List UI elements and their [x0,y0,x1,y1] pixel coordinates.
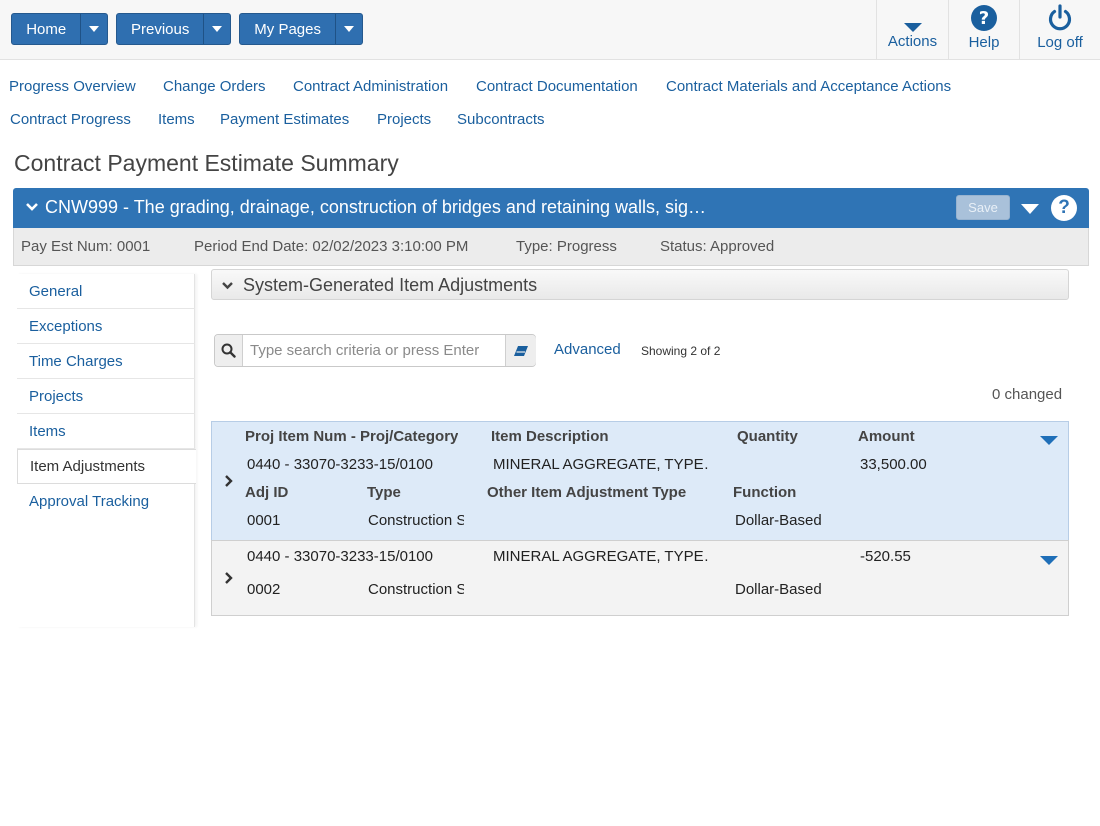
table-row[interactable]: 0440 - 33070-3233-15/0100 MINERAL AGGREG… [211,540,1069,616]
link-items[interactable]: Items [158,111,195,128]
column-header-proj-item: Proj Item Num - Proj/Category [245,428,459,445]
my-pages-button-label[interactable]: My Pages [240,14,335,44]
chevron-down-icon[interactable] [221,279,234,296]
help-button[interactable]: ? Help [948,0,1019,60]
proj-item-num: 0440 - 33070-3233-15/0100 [247,456,433,473]
column-header-function: Function [733,484,797,501]
search-box [214,334,536,367]
chevron-right-icon[interactable] [224,571,234,589]
previous-button[interactable]: Previous [116,13,231,45]
changed-count: 0 changed [992,386,1063,403]
record-info-bar: Pay Est Num: 0001 Period End Date: 02/02… [13,228,1089,266]
advanced-search-link[interactable]: Advanced [554,341,621,358]
chevron-down-icon [212,26,223,32]
estimate-status: Status: Approved [660,238,775,255]
proj-item-num: 0440 - 33070-3233-15/0100 [247,548,433,565]
sidebar-item-item-adjustments[interactable]: Item Adjustments [17,449,196,484]
eraser-icon[interactable] [505,335,536,366]
column-header-quantity: Quantity [737,428,798,445]
item-description: MINERAL AGGREGATE, TYPE… [493,456,709,473]
section-header[interactable]: System-Generated Item Adjustments [211,269,1069,300]
link-subcontracts[interactable]: Subcontracts [457,111,545,128]
link-projects[interactable]: Projects [377,111,431,128]
home-button[interactable]: Home [11,13,108,45]
page-title: Contract Payment Estimate Summary [14,150,399,176]
link-change-orders[interactable]: Change Orders [163,78,266,95]
adj-id: 0002 [247,581,281,598]
link-contract-materials[interactable]: Contract Materials and Acceptance Action… [666,78,951,95]
row-menu-caret-icon[interactable] [1040,556,1058,565]
column-header-other-type: Other Item Adjustment Type [487,484,687,501]
link-contract-progress[interactable]: Contract Progress [10,111,131,128]
row-menu-caret-icon[interactable] [1040,436,1058,445]
logoff-label[interactable]: Log off [1037,34,1083,51]
estimate-type: Type: Progress [516,238,617,255]
save-button[interactable]: Save [956,195,1010,220]
sidebar-item-general[interactable]: General [17,274,195,309]
sidebar-item-approval-tracking[interactable]: Approval Tracking [17,484,195,519]
chevron-down-icon [344,26,355,32]
section-title: System-Generated Item Adjustments [243,275,538,295]
item-description: MINERAL AGGREGATE, TYPE… [493,548,709,565]
home-button-label[interactable]: Home [12,14,80,44]
adj-id: 0001 [247,512,281,529]
help-label[interactable]: Help [969,34,1000,51]
table-row[interactable]: Proj Item Num - Proj/Category Item Descr… [211,421,1069,541]
sidebar-item-exceptions[interactable]: Exceptions [17,309,195,344]
top-bar: Home Previous My Pages Actions ? Help Lo… [0,0,1100,60]
adjustment-type: Construction S [368,581,464,598]
result-count: Showing 2 of 2 [641,344,721,358]
chevron-right-icon[interactable] [224,474,234,492]
logoff-button[interactable]: Log off [1019,0,1100,60]
caret-down-icon [903,0,923,34]
record-help-icon[interactable]: ? [1051,195,1077,221]
power-icon [1046,0,1074,32]
actions-label[interactable]: Actions [888,33,937,50]
search-input[interactable] [245,336,503,365]
column-header-type: Type [367,484,401,501]
side-nav: General Exceptions Time Charges Projects… [17,274,196,627]
record-menu-caret-icon[interactable] [1021,204,1039,214]
sidebar-item-projects[interactable]: Projects [17,379,195,414]
link-payment-estimates[interactable]: Payment Estimates [220,111,349,128]
function: Dollar-Based [735,512,822,529]
column-header-adj-id: Adj ID [245,484,289,501]
record-header: CNW999 - The grading, drainage, construc… [13,188,1089,228]
previous-dropdown-toggle[interactable] [203,14,230,44]
actions-menu-button[interactable]: Actions [876,0,948,60]
sidebar-item-time-charges[interactable]: Time Charges [17,344,195,379]
period-end-date: Period End Date: 02/02/2023 3:10:00 PM [194,238,469,255]
link-contract-documentation[interactable]: Contract Documentation [476,78,638,95]
amount: 33,500.00 [860,456,927,473]
search-icon[interactable] [215,335,243,366]
column-header-amount: Amount [858,428,915,445]
column-header-item-description: Item Description [491,428,609,445]
amount: -520.55 [860,548,911,565]
record-title[interactable]: CNW999 - The grading, drainage, construc… [45,197,706,218]
help-icon: ? [970,0,998,32]
chevron-down-icon[interactable] [25,200,39,218]
adjustment-type: Construction S [368,512,464,529]
link-progress-overview[interactable]: Progress Overview [9,78,136,95]
my-pages-button[interactable]: My Pages [239,13,363,45]
chevron-down-icon [89,26,100,32]
my-pages-dropdown-toggle[interactable] [335,14,362,44]
sidebar-item-items[interactable]: Items [17,414,195,449]
home-dropdown-toggle[interactable] [80,14,107,44]
pay-est-num: Pay Est Num: 0001 [21,238,151,255]
svg-text:?: ? [979,8,989,29]
previous-button-label[interactable]: Previous [117,14,203,44]
link-contract-administration[interactable]: Contract Administration [293,78,448,95]
function: Dollar-Based [735,581,822,598]
